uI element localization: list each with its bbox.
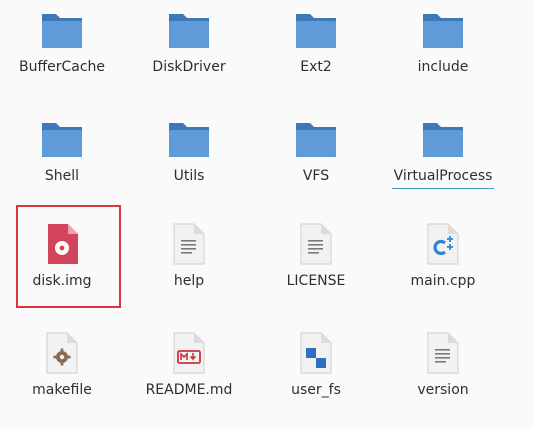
folder-ext2[interactable]: Ext2 xyxy=(261,6,371,106)
folder-icon xyxy=(292,6,340,54)
file-label: Shell xyxy=(44,168,80,184)
file-label: Utils xyxy=(173,168,205,184)
executable-file-icon xyxy=(292,329,340,377)
folder-utils[interactable]: Utils xyxy=(134,115,244,215)
file-user-fs[interactable]: user_fs xyxy=(261,329,371,429)
folder-diskdriver[interactable]: DiskDriver xyxy=(134,6,244,106)
file-help[interactable]: help xyxy=(134,220,244,320)
folder-include[interactable]: include xyxy=(388,6,498,106)
file-grid: BufferCache DiskDriver Ext2 include Shel… xyxy=(0,0,534,409)
file-label: BufferCache xyxy=(18,59,106,75)
makefile-icon xyxy=(38,329,86,377)
folder-icon xyxy=(419,6,467,54)
file-version[interactable]: version xyxy=(388,329,498,429)
file-label: help xyxy=(173,273,205,289)
file-label: LICENSE xyxy=(286,273,346,289)
file-label: makefile xyxy=(32,382,92,398)
text-file-icon xyxy=(292,220,340,268)
file-label: VFS xyxy=(302,168,330,184)
folder-virtualprocess[interactable]: VirtualProcess xyxy=(388,115,498,215)
cpp-file-icon xyxy=(419,220,467,268)
folder-vfs[interactable]: VFS xyxy=(261,115,371,215)
file-label: version xyxy=(417,382,469,398)
folder-icon xyxy=(165,115,213,163)
text-file-icon xyxy=(419,329,467,377)
selection-highlight xyxy=(16,205,121,308)
text-file-icon xyxy=(165,220,213,268)
folder-icon xyxy=(165,6,213,54)
file-label: user_fs xyxy=(291,382,341,398)
markdown-file-icon xyxy=(165,329,213,377)
file-main-cpp[interactable]: main.cpp xyxy=(388,220,498,320)
folder-icon xyxy=(419,115,467,163)
folder-buffercache[interactable]: BufferCache xyxy=(7,6,117,106)
folder-icon xyxy=(292,115,340,163)
file-label: main.cpp xyxy=(410,273,476,289)
file-label: DiskDriver xyxy=(152,59,226,75)
file-label: Ext2 xyxy=(300,59,332,75)
folder-shell[interactable]: Shell xyxy=(7,115,117,215)
folder-icon xyxy=(38,115,86,163)
file-label: README.md xyxy=(145,382,233,398)
file-label: include xyxy=(417,59,469,75)
file-readme-md[interactable]: README.md xyxy=(134,329,244,429)
file-license[interactable]: LICENSE xyxy=(261,220,371,320)
folder-icon xyxy=(38,6,86,54)
file-label: VirtualProcess xyxy=(391,167,495,189)
file-makefile[interactable]: makefile xyxy=(7,329,117,429)
